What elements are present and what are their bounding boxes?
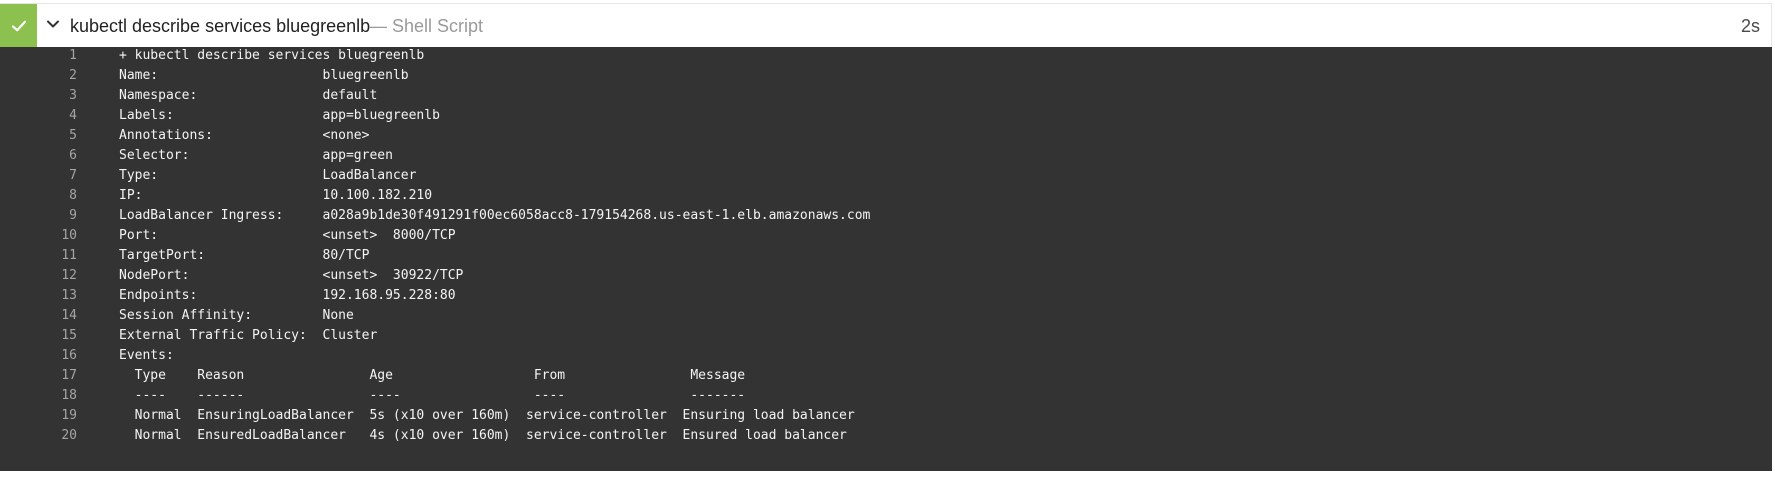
log-line: 13 Endpoints: 192.168.95.228:80 [0, 287, 1775, 307]
log-text: Normal EnsuringLoadBalancer 5s (x10 over… [119, 408, 855, 423]
log-line: 15 External Traffic Policy: Cluster [0, 327, 1775, 347]
line-number[interactable]: 13 [0, 288, 77, 303]
check-icon [11, 20, 26, 31]
log-line: 4 Labels: app=bluegreenlb [0, 107, 1775, 127]
line-number[interactable]: 10 [0, 228, 77, 243]
log-line: 11 TargetPort: 80/TCP [0, 247, 1775, 267]
log-line: 19 Normal EnsuringLoadBalancer 5s (x10 o… [0, 407, 1775, 427]
log-text: Events: [119, 348, 174, 363]
step-title[interactable]: kubectl describe services bluegreenlb [70, 16, 370, 37]
step-duration: 2s [1740, 16, 1760, 36]
line-number[interactable]: 8 [0, 188, 77, 203]
line-number[interactable]: 19 [0, 408, 77, 423]
line-number[interactable]: 11 [0, 248, 77, 263]
line-number[interactable]: 16 [0, 348, 77, 363]
pipeline-step: kubectl describe services bluegreenlb — … [0, 0, 1775, 471]
step-type-label: — Shell Script [369, 16, 484, 36]
log-line: 5 Annotations: <none> [0, 127, 1775, 147]
line-number[interactable]: 1 [0, 48, 77, 63]
line-number[interactable]: 20 [0, 428, 77, 443]
log-line: 16 Events: [0, 347, 1775, 367]
log-text: Name: bluegreenlb [119, 68, 409, 83]
log-text: External Traffic Policy: Cluster [119, 328, 378, 343]
line-number[interactable]: 17 [0, 368, 77, 383]
log-line: 3 Namespace: default [0, 87, 1775, 107]
log-text: Type: LoadBalancer [119, 168, 417, 183]
log-line: 7 Type: LoadBalancer [0, 167, 1775, 187]
chevron-down-icon[interactable] [44, 15, 62, 33]
log-line: 8 IP: 10.100.182.210 [0, 187, 1775, 207]
line-number[interactable]: 14 [0, 308, 77, 323]
log-line: 2 Name: bluegreenlb [0, 67, 1775, 87]
log-text: ---- ------ ---- ---- ------- [119, 388, 746, 403]
line-number[interactable]: 5 [0, 128, 77, 143]
line-number[interactable]: 9 [0, 208, 77, 223]
step-header[interactable]: kubectl describe services bluegreenlb — … [0, 3, 1772, 47]
log-text: Endpoints: 192.168.95.228:80 [119, 288, 456, 303]
line-number[interactable]: 4 [0, 108, 77, 123]
log-text: IP: 10.100.182.210 [119, 188, 433, 203]
log-line: 14 Session Affinity: None [0, 307, 1775, 327]
line-number[interactable]: 12 [0, 268, 77, 283]
log-text: Session Affinity: None [119, 308, 354, 323]
log-text: Selector: app=green [119, 148, 393, 163]
log-text: Normal EnsuredLoadBalancer 4s (x10 over … [119, 428, 847, 443]
log-line: 18 ---- ------ ---- ---- ------- [0, 387, 1775, 407]
log-line: 12 NodePort: <unset> 30922/TCP [0, 267, 1775, 287]
line-number[interactable]: 3 [0, 88, 77, 103]
log-text: LoadBalancer Ingress: a028a9b1de30f49129… [119, 208, 871, 223]
log-text: Annotations: <none> [119, 128, 370, 143]
line-number[interactable]: 6 [0, 148, 77, 163]
log-line: 1 + kubectl describe services bluegreenl… [0, 47, 1775, 67]
log-text: Port: <unset> 8000/TCP [119, 228, 456, 243]
log-line: 6 Selector: app=green [0, 147, 1775, 167]
line-number[interactable]: 7 [0, 168, 77, 183]
log-line: 20 Normal EnsuredLoadBalancer 4s (x10 ov… [0, 427, 1775, 447]
log-text: NodePort: <unset> 30922/TCP [119, 268, 464, 283]
line-number[interactable]: 2 [0, 68, 77, 83]
line-number[interactable]: 18 [0, 388, 77, 403]
log-text: TargetPort: 80/TCP [119, 248, 370, 263]
log-line: 9 LoadBalancer Ingress: a028a9b1de30f491… [0, 207, 1775, 227]
line-number[interactable]: 15 [0, 328, 77, 343]
log-text: + kubectl describe services bluegreenlb [119, 48, 425, 63]
log-line: 17 Type Reason Age From Message [0, 367, 1775, 387]
log-text: Namespace: default [119, 88, 378, 103]
log-text: Labels: app=bluegreenlb [119, 108, 440, 123]
console-log[interactable]: 1 + kubectl describe services bluegreenl… [0, 47, 1775, 471]
success-status [0, 4, 37, 47]
log-line: 10 Port: <unset> 8000/TCP [0, 227, 1775, 247]
log-text: Type Reason Age From Message [119, 368, 746, 383]
